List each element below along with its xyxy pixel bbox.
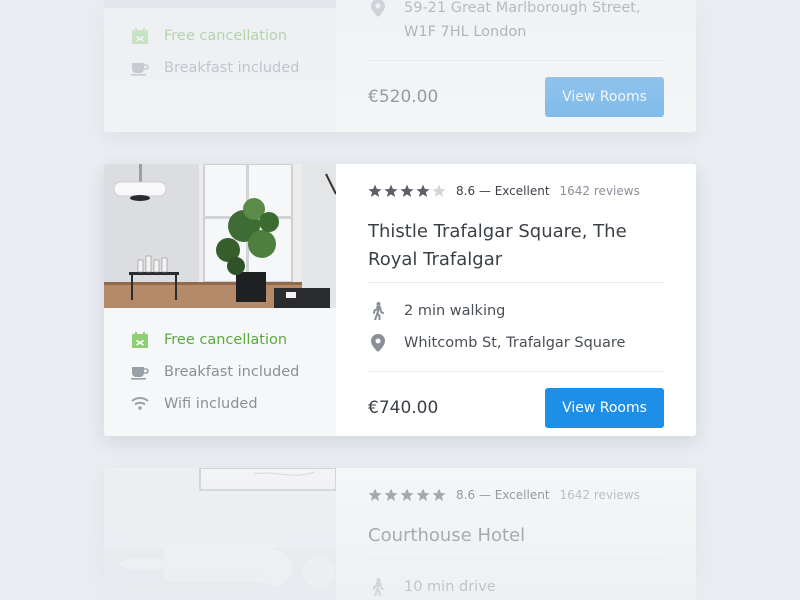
amenity-free-cancellation: Free cancellation: [130, 20, 336, 52]
wifi-icon: [130, 394, 150, 414]
amenity-label: Breakfast included: [164, 60, 300, 76]
star-empty-icon: [432, 184, 446, 197]
star-rating: [368, 488, 446, 502]
walking-person-icon: [368, 577, 388, 597]
price: €740.00: [368, 398, 439, 418]
view-rooms-button[interactable]: View Rooms: [545, 77, 664, 117]
hotel-info-list: 10 min drive: [368, 559, 664, 600]
calendar-check-icon: [130, 26, 150, 46]
hotel-info-list: 59-21 Great Marlborough Street, W1F 7HL …: [368, 0, 664, 60]
hotel-card-2-amenities-panel: Free cancellation Breakfast included Wif…: [104, 164, 336, 436]
star-icon: [384, 488, 398, 501]
travel-label: 10 min drive: [404, 579, 496, 595]
address-line-1: 59-21 Great Marlborough Street,: [404, 0, 641, 16]
amenity-label: Breakfast included: [164, 364, 300, 380]
hotel-card-2[interactable]: Free cancellation Breakfast included Wif…: [104, 164, 696, 436]
hotel-card-2-details: 8.6 — Excellent 1642 reviews Thistle Tra…: [336, 164, 696, 436]
star-icon: [416, 488, 430, 501]
amenity-breakfast: Breakfast included: [130, 356, 336, 388]
amenity-label: Free cancellation: [164, 28, 288, 44]
hotel-card-1-photo: [104, 0, 336, 8]
hotel-card-3-photo-panel: [104, 468, 336, 600]
location-pin-icon: [368, 0, 388, 18]
amenity-label: Free cancellation: [164, 332, 288, 348]
review-count: 1642 reviews: [559, 184, 640, 198]
address-label: Whitcomb St, Trafalgar Square: [404, 335, 626, 351]
hotel-info-list: 2 min walking Whitcomb St, Trafalgar Squ…: [368, 283, 664, 371]
card-footer: €520.00 View Rooms: [368, 61, 664, 132]
hotel-address: 59-21 Great Marlborough Street, W1F 7HL …: [368, 0, 664, 60]
hotel-card-1-amenities-panel: Free cancellation Breakfast included: [104, 0, 336, 132]
address-line-2: W1F 7HL London: [404, 24, 527, 40]
amenities-list: Free cancellation Breakfast included: [104, 0, 336, 84]
coffee-cup-icon: [130, 58, 150, 78]
hotel-card-3[interactable]: 8.6 — Excellent 1642 reviews Courthouse …: [104, 468, 696, 600]
hotel-card-1[interactable]: Free cancellation Breakfast included 59-…: [104, 0, 696, 132]
hotel-title[interactable]: Courthouse Hotel: [368, 522, 664, 558]
star-icon: [432, 488, 446, 501]
amenities-list: Free cancellation Breakfast included Wif…: [104, 308, 336, 420]
coffee-cup-icon: [130, 362, 150, 382]
hotel-card-3-details: 8.6 — Excellent 1642 reviews Courthouse …: [336, 468, 696, 600]
amenity-label: Wifi included: [164, 396, 258, 412]
star-icon: [368, 184, 382, 197]
amenity-breakfast: Breakfast included: [130, 52, 336, 84]
amenity-wifi: Wifi included: [130, 388, 336, 420]
star-icon: [416, 184, 430, 197]
walking-label: 2 min walking: [404, 303, 506, 319]
rating-score: 8.6 — Excellent: [456, 488, 550, 502]
walking-person-icon: [368, 301, 388, 321]
hotel-card-1-details: 59-21 Great Marlborough Street, W1F 7HL …: [336, 0, 696, 132]
rating-row: 8.6 — Excellent 1642 reviews: [368, 468, 664, 522]
rating-row: 8.6 — Excellent 1642 reviews: [368, 164, 664, 218]
hotel-card-3-photo: [104, 468, 336, 600]
star-icon: [400, 184, 414, 197]
calendar-check-icon: [130, 330, 150, 350]
travel-time: 10 min drive: [368, 571, 664, 600]
price: €520.00: [368, 87, 439, 107]
star-icon: [384, 184, 398, 197]
rating-score: 8.6 — Excellent: [456, 184, 550, 198]
star-icon: [368, 488, 382, 501]
location-pin-icon: [368, 333, 388, 353]
amenity-free-cancellation: Free cancellation: [130, 324, 336, 356]
hotel-card-2-photo: [104, 164, 336, 308]
hotel-title[interactable]: Thistle Trafalgar Square, The Royal Traf…: [368, 218, 664, 282]
hotel-address: Whitcomb St, Trafalgar Square: [368, 327, 664, 359]
review-count: 1642 reviews: [559, 488, 640, 502]
star-rating: [368, 184, 446, 198]
view-rooms-button[interactable]: View Rooms: [545, 388, 664, 428]
card-footer: €740.00 View Rooms: [368, 372, 664, 436]
star-icon: [400, 488, 414, 501]
walking-distance: 2 min walking: [368, 295, 664, 327]
